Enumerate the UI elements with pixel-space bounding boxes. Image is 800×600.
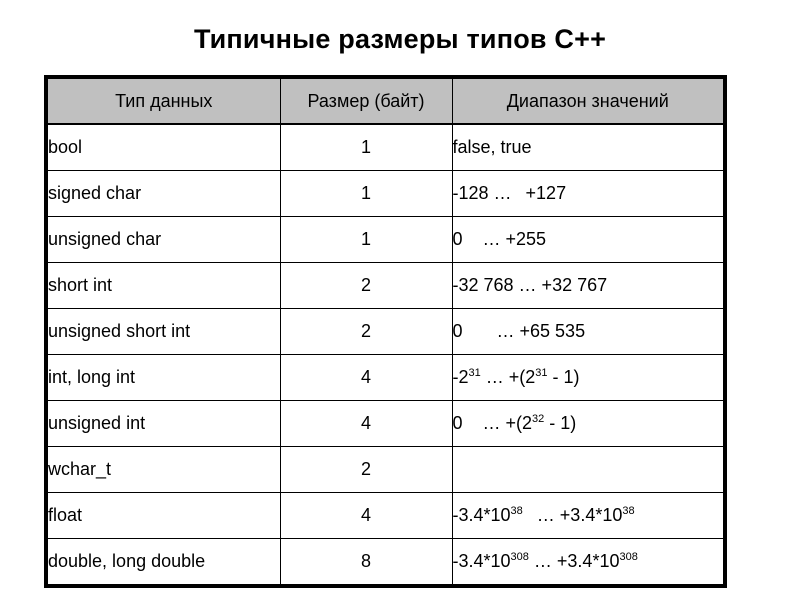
slide: Типичные размеры типов C++ Тип данных Ра…	[0, 0, 800, 600]
cell-range: -3.4*1038 … +3.4*1038	[452, 492, 723, 539]
cell-size: 1	[280, 170, 453, 217]
table-row: short int 2 -32 768 … +32 767	[48, 262, 723, 309]
table-body: bool 1 false, true signed char 1 -128 … +127 u…	[48, 124, 723, 584]
cell-type: int, long int	[48, 354, 281, 401]
cell-type: float	[48, 492, 281, 539]
column-header-size: Размер (байт)	[280, 79, 453, 125]
cell-type: unsigned char	[48, 216, 281, 263]
data-types-table-container: Тип данных Размер (байт) Диапазон значен…	[44, 75, 727, 588]
column-header-type: Тип данных	[48, 79, 281, 125]
cell-type: signed char	[48, 170, 281, 217]
cell-size: 2	[280, 446, 453, 493]
cell-type: unsigned short int	[48, 308, 281, 355]
cell-size: 1	[280, 124, 453, 171]
cell-size: 4	[280, 354, 453, 401]
table-header-row: Тип данных Размер (байт) Диапазон значен…	[48, 79, 723, 125]
table-row: unsigned short int 2 0… +65 535	[48, 308, 723, 355]
cell-type: short int	[48, 262, 281, 309]
cell-range: -128 … +127	[452, 170, 723, 217]
cell-size: 4	[280, 400, 453, 447]
column-header-range: Диапазон значений	[452, 79, 723, 125]
cell-size: 8	[280, 538, 453, 584]
table-row: signed char 1 -128 … +127	[48, 170, 723, 217]
data-types-table: Тип данных Размер (байт) Диапазон значен…	[48, 79, 723, 584]
cell-type: wchar_t	[48, 446, 281, 493]
cell-range: 0… +255	[452, 216, 723, 263]
cell-size: 2	[280, 308, 453, 355]
cell-range	[452, 446, 723, 493]
table-row: int, long int 4 -231 … +(231 - 1)	[48, 354, 723, 401]
cell-range: -32 768 … +32 767	[452, 262, 723, 309]
cell-range: 0… +(232 - 1)	[452, 400, 723, 447]
cell-range: false, true	[452, 124, 723, 171]
cell-size: 4	[280, 492, 453, 539]
cell-range: -3.4*10308 … +3.4*10308	[452, 551, 638, 572]
table-row: float 4 -3.4*1038 … +3.4*1038	[48, 492, 723, 539]
cell-type: bool	[48, 124, 281, 171]
table-row: unsigned int 4 0… +(232 - 1)	[48, 400, 723, 447]
cell-range: 0… +65 535	[452, 308, 723, 355]
table-header: Тип данных Размер (байт) Диапазон значен…	[48, 79, 723, 125]
table-row: bool 1 false, true	[48, 124, 723, 171]
table-row: double, long double 8 -3.4*10308 … +3.4*10…	[48, 538, 723, 584]
table-row: unsigned char 1 0… +255	[48, 216, 723, 263]
cell-range: -231 … +(231 - 1)	[452, 354, 723, 401]
page-title: Типичные размеры типов C++	[193, 24, 607, 54]
cell-size: 2	[280, 262, 453, 309]
cell-type: unsigned int	[48, 400, 281, 447]
cell-size: 1	[280, 216, 453, 263]
table-row: wchar_t 2	[48, 446, 723, 493]
cell-type: double, long double	[48, 538, 281, 584]
